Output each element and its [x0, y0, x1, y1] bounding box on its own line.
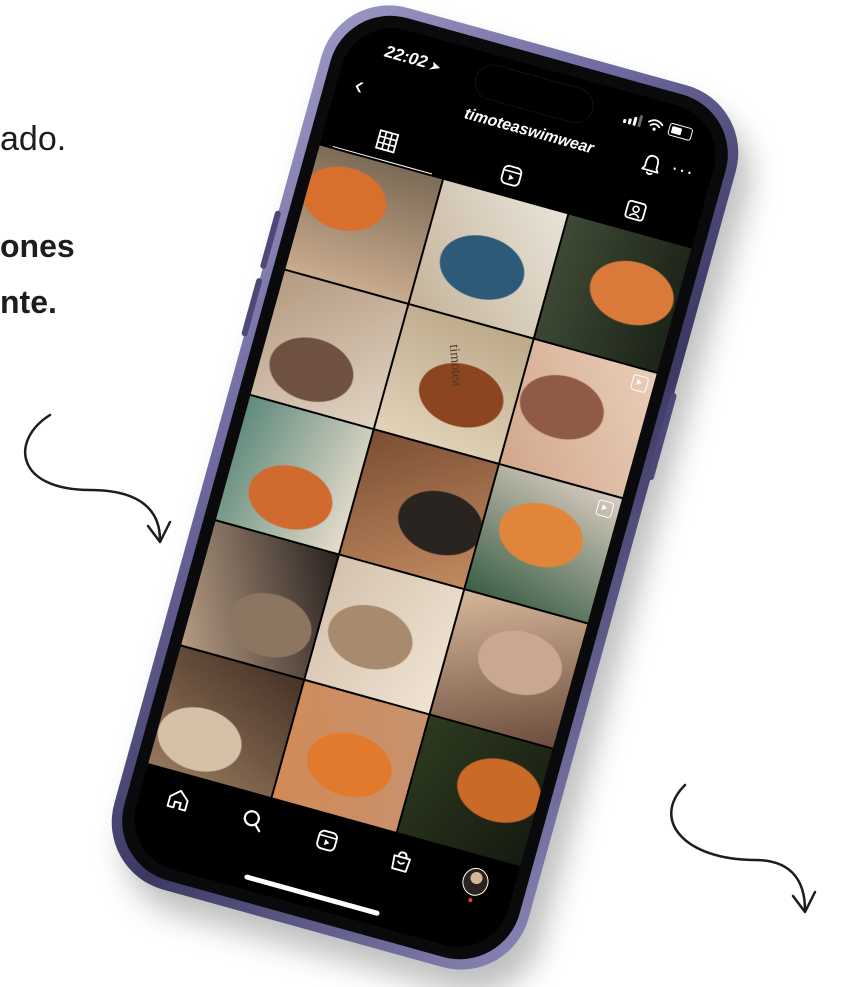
- reels-icon: [316, 829, 338, 852]
- more-horizontal-icon[interactable]: ···: [668, 157, 697, 185]
- nav-profile[interactable]: [459, 864, 493, 903]
- nav-reels[interactable]: [311, 825, 343, 857]
- notification-dot: [468, 897, 474, 903]
- curved-arrow-left-icon: [24, 413, 172, 544]
- status-time-text: 22:02: [382, 41, 430, 72]
- background-text-line-1: ado.: [0, 120, 67, 158]
- shop-icon: [391, 851, 412, 873]
- background-text-line-3: nte.: [0, 284, 57, 320]
- curved-arrow-right-icon: [670, 783, 817, 914]
- chevron-left-icon[interactable]: ‹: [351, 69, 367, 101]
- photo-grid: timotea: [146, 145, 692, 873]
- location-arrow-icon: ➤: [427, 58, 442, 75]
- bell-icon[interactable]: [638, 150, 666, 179]
- status-icons: [622, 110, 694, 142]
- cellular-signal-icon: [622, 111, 644, 127]
- tagged-icon: [624, 199, 647, 222]
- reel-badge-icon: [594, 498, 615, 519]
- wifi-icon: [648, 118, 664, 131]
- background-text-line-2: ones: [0, 228, 75, 264]
- nav-search[interactable]: [237, 804, 269, 836]
- battery-icon: [667, 122, 694, 142]
- tile-caption: timotea: [445, 344, 464, 388]
- reels-icon: [500, 164, 523, 187]
- search-icon: [243, 810, 261, 833]
- nav-home[interactable]: [162, 783, 194, 815]
- reel-badge-icon: [629, 373, 650, 394]
- home-icon: [166, 789, 189, 812]
- nav-shop[interactable]: [385, 845, 417, 877]
- avatar: [459, 864, 493, 903]
- grid-icon: [375, 129, 400, 154]
